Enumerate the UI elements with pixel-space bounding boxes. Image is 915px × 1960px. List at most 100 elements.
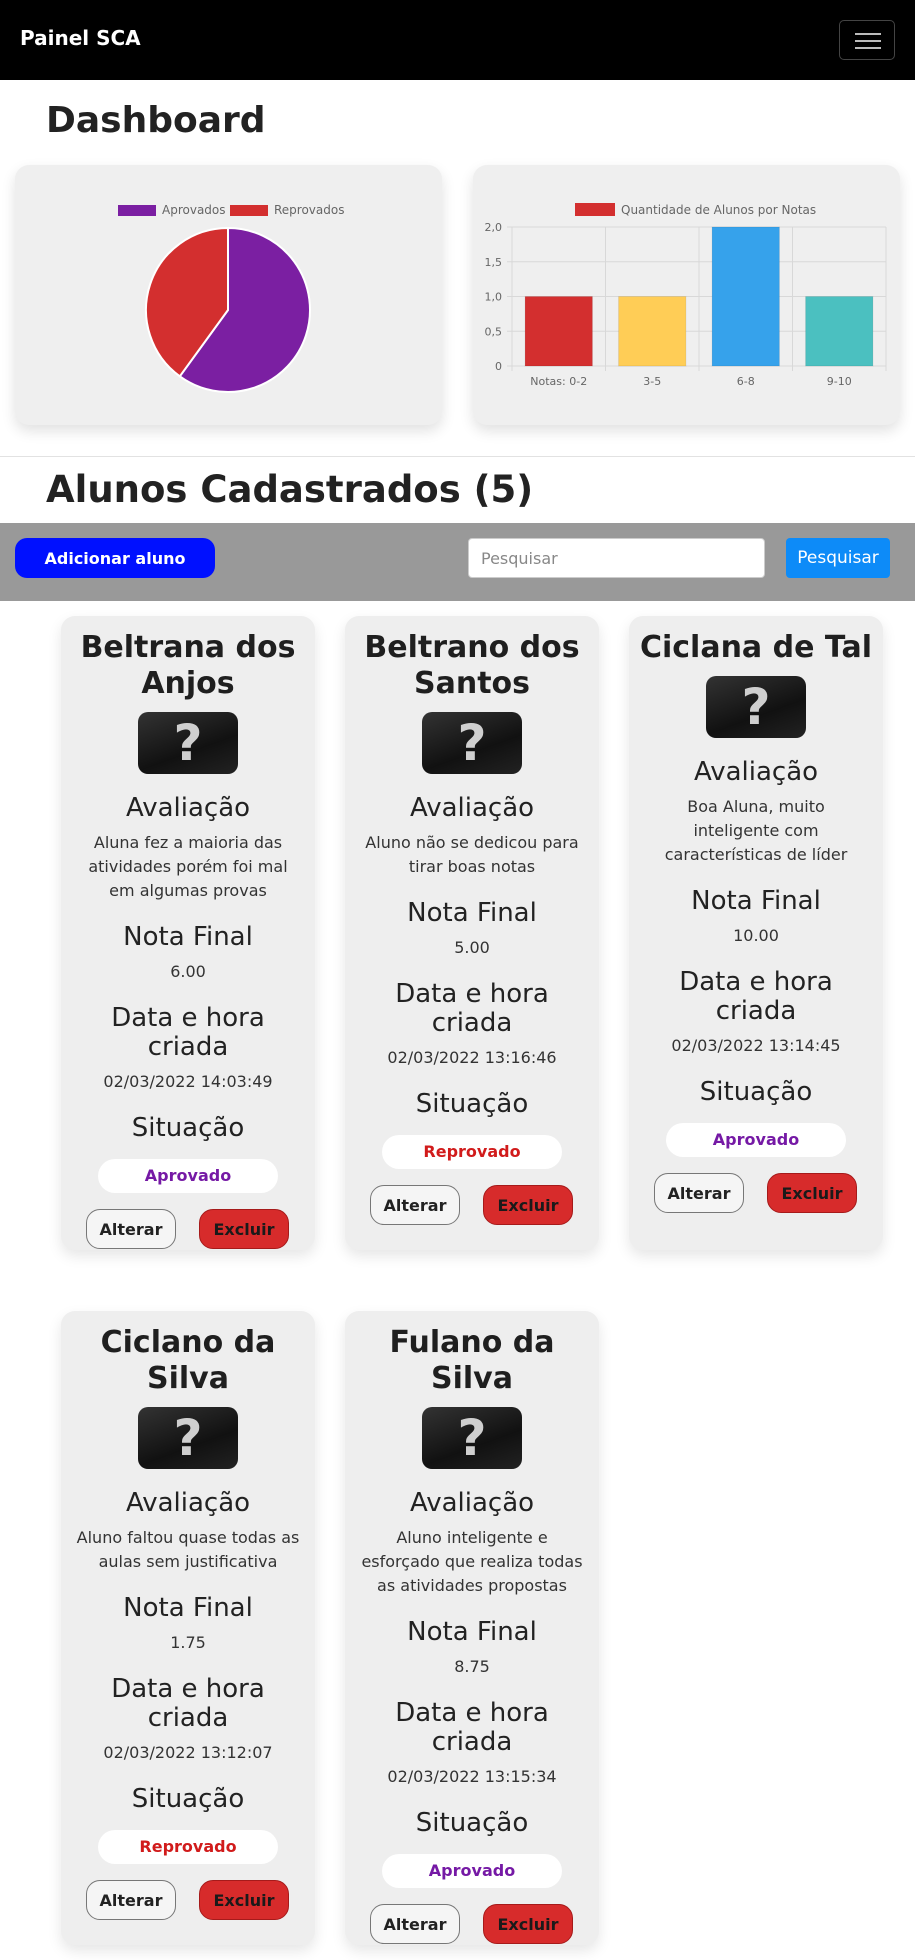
final-grade-heading: Nota Final bbox=[123, 1593, 253, 1623]
pie-legend-swatch bbox=[230, 205, 268, 216]
status-heading: Situação bbox=[131, 1784, 245, 1814]
delete-button[interactable]: Excluir bbox=[483, 1904, 573, 1944]
edit-button[interactable]: Alterar bbox=[86, 1209, 176, 1249]
evaluation-text: Aluna fez a maioria das atividades porém… bbox=[88, 833, 288, 900]
created-value: 02/03/2022 13:14:45 bbox=[671, 1036, 841, 1055]
status-heading: Situação bbox=[415, 1089, 529, 1119]
final-grade-value: 1.75 bbox=[170, 1633, 206, 1652]
created-heading: Data e hora criada bbox=[679, 967, 833, 1026]
status-heading: Situação bbox=[699, 1077, 813, 1107]
evaluation-heading: Avaliação bbox=[125, 1488, 251, 1518]
created-value: 02/03/2022 13:12:07 bbox=[103, 1743, 273, 1762]
search-input[interactable] bbox=[468, 538, 765, 578]
edit-button[interactable]: Alterar bbox=[86, 1880, 176, 1920]
pie-legend-label: Aprovados bbox=[162, 203, 226, 217]
status-heading: Situação bbox=[131, 1113, 245, 1143]
bar-y-tick-label: 0 bbox=[495, 360, 502, 373]
bar-rect bbox=[524, 296, 593, 367]
menu-toggle-button[interactable] bbox=[839, 20, 895, 60]
final-grade-heading: Nota Final bbox=[407, 898, 537, 928]
bar-x-tick-label: 3-5 bbox=[643, 375, 661, 388]
pie-chart-card: Aprovados Reprovados bbox=[15, 165, 442, 425]
final-grade-heading: Nota Final bbox=[691, 886, 821, 916]
bar-y-tick-label: 0,5 bbox=[485, 325, 503, 338]
evaluation-heading: Avaliação bbox=[409, 793, 535, 823]
evaluation-heading: Avaliação bbox=[693, 757, 819, 787]
bar-rect bbox=[711, 226, 780, 367]
evaluation-heading: Avaliação bbox=[409, 1488, 535, 1518]
status-badge: Reprovado bbox=[382, 1135, 562, 1169]
hamburger-icon bbox=[855, 33, 881, 35]
edit-button[interactable]: Alterar bbox=[654, 1173, 744, 1213]
question-mark-icon: ? bbox=[173, 1409, 203, 1467]
hamburger-icon-bar bbox=[855, 47, 881, 49]
delete-button[interactable]: Excluir bbox=[483, 1185, 573, 1225]
student-avatar: ? bbox=[138, 1407, 238, 1469]
delete-button[interactable]: Excluir bbox=[199, 1880, 289, 1920]
brand-title[interactable]: Painel SCA bbox=[20, 26, 141, 50]
delete-button[interactable]: Excluir bbox=[767, 1173, 857, 1213]
toolbar: Adicionar aluno Pesquisar bbox=[0, 523, 915, 601]
bar-y-tick-label: 1,0 bbox=[485, 291, 503, 304]
card-actions: Alterar Excluir bbox=[71, 1209, 305, 1249]
question-mark-icon: ? bbox=[457, 714, 487, 772]
bar-x-tick-label: 6-8 bbox=[737, 375, 755, 388]
student-card: Fulano da Silva? Avaliação Aluno inteligen… bbox=[345, 1311, 599, 1945]
student-avatar: ? bbox=[422, 1407, 522, 1469]
evaluation-text: Aluno faltou quase todas as aulas sem ju… bbox=[76, 1528, 300, 1571]
final-grade-value: 6.00 bbox=[170, 962, 206, 981]
student-name: Fulano da Silva bbox=[389, 1325, 555, 1396]
created-value: 02/03/2022 14:03:49 bbox=[103, 1072, 273, 1091]
pie-legend-label: Reprovados bbox=[274, 203, 344, 217]
card-actions: Alterar Excluir bbox=[639, 1173, 873, 1213]
section-divider bbox=[0, 456, 915, 457]
created-value: 02/03/2022 13:15:34 bbox=[387, 1767, 557, 1786]
delete-button[interactable]: Excluir bbox=[199, 1209, 289, 1249]
bar-x-tick-label: 9-10 bbox=[827, 375, 852, 388]
bar-rect bbox=[805, 296, 874, 367]
student-card: Ciclana de Tal? Avaliação Boa Aluna, muito… bbox=[629, 616, 883, 1250]
student-name: Ciclana de Tal bbox=[639, 630, 873, 665]
student-card: Beltrana dos Anjos? Avaliação Aluna fez a … bbox=[61, 616, 315, 1250]
created-heading: Data e hora criada bbox=[111, 1003, 265, 1062]
status-badge: Reprovado bbox=[98, 1830, 278, 1864]
bar-x-tick-label: Notas: 0-2 bbox=[530, 375, 587, 388]
student-avatar: ? bbox=[138, 712, 238, 774]
final-grade-heading: Nota Final bbox=[407, 1617, 537, 1647]
pie-chart: Aprovados Reprovados bbox=[118, 203, 344, 393]
student-avatar: ? bbox=[422, 712, 522, 774]
status-badge: Aprovado bbox=[98, 1159, 278, 1193]
status-heading: Situação bbox=[415, 1808, 529, 1838]
created-heading: Data e hora criada bbox=[111, 1674, 265, 1733]
status-badge: Aprovado bbox=[382, 1854, 562, 1888]
navbar: Painel SCA bbox=[0, 0, 915, 80]
bar-y-tick-label: 2,0 bbox=[485, 221, 503, 234]
evaluation-text: Aluno inteligente e esforçado que realiz… bbox=[361, 1528, 583, 1595]
search-button[interactable]: Pesquisar bbox=[786, 538, 890, 578]
question-mark-icon: ? bbox=[173, 714, 203, 772]
final-grade-value: 5.00 bbox=[454, 938, 490, 957]
created-heading: Data e hora criada bbox=[395, 979, 549, 1038]
bar-chart: Quantidade de Alunos por Notas 2,0 1,5 1,0 0… bbox=[485, 203, 887, 388]
edit-button[interactable]: Alterar bbox=[370, 1904, 460, 1944]
final-grade-heading: Nota Final bbox=[123, 922, 253, 952]
bar-legend-label: Quantidade de Alunos por Notas bbox=[621, 203, 816, 217]
student-avatar: ? bbox=[706, 676, 806, 738]
card-actions: Alterar Excluir bbox=[355, 1904, 589, 1944]
bar-chart-card: Quantidade de Alunos por Notas 2,0 1,5 1,0 0… bbox=[473, 165, 900, 425]
bar-legend-swatch bbox=[575, 203, 615, 216]
bar-rect bbox=[618, 296, 687, 367]
evaluation-heading: Avaliação bbox=[125, 793, 251, 823]
student-name: Beltrana dos Anjos bbox=[80, 630, 296, 701]
student-name: Beltrano dos Santos bbox=[364, 630, 580, 701]
dashboard-title: Dashboard bbox=[46, 100, 266, 141]
edit-button[interactable]: Alterar bbox=[370, 1185, 460, 1225]
add-student-button[interactable]: Adicionar aluno bbox=[15, 538, 215, 578]
hamburger-icon-bar bbox=[855, 40, 881, 42]
status-badge: Aprovado bbox=[666, 1123, 846, 1157]
student-card: Ciclano da Silva? Avaliação Aluno faltou q… bbox=[61, 1311, 315, 1945]
final-grade-value: 8.75 bbox=[454, 1657, 490, 1676]
question-mark-icon: ? bbox=[741, 678, 771, 736]
bar-y-tick-label: 1,5 bbox=[485, 256, 503, 269]
card-actions: Alterar Excluir bbox=[71, 1880, 305, 1920]
